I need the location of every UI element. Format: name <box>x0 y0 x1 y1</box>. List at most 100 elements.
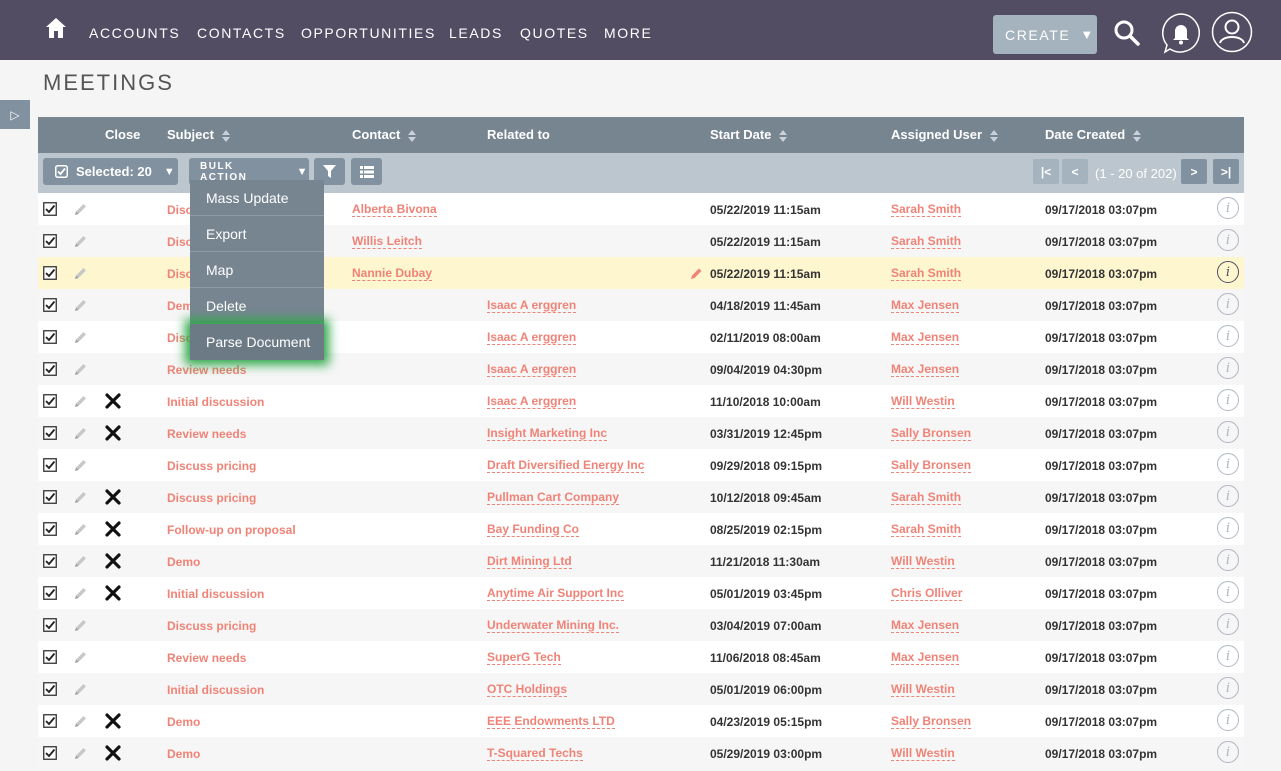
selected-button[interactable]: Selected: 20 ▼ <box>43 158 178 185</box>
row-related-to[interactable]: OTC Holdings <box>487 683 567 697</box>
nav-contacts[interactable]: CONTACTS <box>197 25 286 41</box>
row-assigned-user[interactable]: Will Westin <box>891 747 955 761</box>
row-assigned-user[interactable]: Sarah Smith <box>891 267 962 281</box>
row-checkbox[interactable] <box>43 266 57 280</box>
info-icon[interactable]: i <box>1217 613 1239 635</box>
page-first-button[interactable]: |< <box>1033 159 1059 184</box>
row-subject[interactable]: Review needs <box>167 427 246 441</box>
close-icon[interactable] <box>104 424 122 442</box>
info-icon[interactable]: i <box>1217 293 1239 315</box>
row-assigned-user[interactable]: Chris Olliver <box>891 587 963 601</box>
header-assigned-user[interactable]: Assigned User <box>891 127 999 142</box>
row-subject[interactable]: Disc <box>167 267 192 281</box>
row-checkbox[interactable] <box>43 618 57 632</box>
row-subject[interactable]: Demo <box>167 555 200 569</box>
nav-leads[interactable]: LEADS <box>449 25 503 41</box>
row-related-to[interactable]: EEE Endowments LTD <box>487 715 615 729</box>
sidebar-toggle-button[interactable]: ▷ <box>0 100 30 129</box>
row-contact[interactable]: Nannie Dubay <box>352 267 433 281</box>
row-assigned-user[interactable]: Max Jensen <box>891 619 960 633</box>
nav-more[interactable]: MORE <box>604 25 652 41</box>
pencil-icon[interactable] <box>73 458 88 473</box>
info-icon[interactable]: i <box>1217 229 1239 251</box>
create-button[interactable]: CREATE ▼ <box>993 15 1097 54</box>
info-icon[interactable]: i <box>1217 325 1239 347</box>
row-subject[interactable]: Review needs <box>167 651 246 665</box>
search-icon[interactable] <box>1113 19 1141 47</box>
pencil-icon[interactable] <box>73 554 88 569</box>
row-assigned-user[interactable]: Max Jensen <box>891 651 960 665</box>
row-assigned-user[interactable]: Sarah Smith <box>891 491 962 505</box>
row-contact[interactable]: Willis Leitch <box>352 235 422 249</box>
info-icon[interactable]: i <box>1217 581 1239 603</box>
close-icon[interactable] <box>104 488 122 506</box>
header-date-created[interactable]: Date Created <box>1045 127 1142 142</box>
row-checkbox[interactable] <box>43 650 57 664</box>
column-chooser-button[interactable] <box>351 158 382 185</box>
row-contact[interactable]: Alberta Bivona <box>352 203 437 217</box>
row-subject[interactable]: Discuss pricing <box>167 459 256 473</box>
inline-edit-icon[interactable] <box>690 267 703 280</box>
pencil-icon[interactable] <box>73 522 88 537</box>
row-related-to[interactable]: T-Squared Techs <box>487 747 583 761</box>
row-related-to[interactable]: Underwater Mining Inc. <box>487 619 620 633</box>
pencil-icon[interactable] <box>73 330 88 345</box>
menu-item-mass-update[interactable]: Mass Update <box>190 180 324 216</box>
row-assigned-user[interactable]: Max Jensen <box>891 363 960 377</box>
row-assigned-user[interactable]: Will Westin <box>891 395 955 409</box>
row-assigned-user[interactable]: Sally Bronsen <box>891 459 972 473</box>
row-assigned-user[interactable]: Sally Bronsen <box>891 427 972 441</box>
pencil-icon[interactable] <box>73 586 88 601</box>
close-icon[interactable] <box>104 584 122 602</box>
row-related-to[interactable]: Anytime Air Support Inc <box>487 587 624 601</box>
info-icon[interactable]: i <box>1217 389 1239 411</box>
info-icon[interactable]: i <box>1217 709 1239 731</box>
info-icon[interactable]: i <box>1217 517 1239 539</box>
pencil-icon[interactable] <box>73 298 88 313</box>
user-icon[interactable] <box>1211 11 1253 53</box>
row-related-to[interactable]: Bay Funding Co <box>487 523 579 537</box>
pencil-icon[interactable] <box>73 266 88 281</box>
bell-icon[interactable] <box>1160 12 1202 54</box>
page-prev-button[interactable]: < <box>1062 159 1088 184</box>
row-checkbox[interactable] <box>43 394 57 408</box>
header-start-date[interactable]: Start Date <box>710 127 788 142</box>
info-icon[interactable]: i <box>1217 549 1239 571</box>
row-related-to[interactable]: Pullman Cart Company <box>487 491 620 505</box>
pencil-icon[interactable] <box>73 618 88 633</box>
info-icon[interactable]: i <box>1217 485 1239 507</box>
row-subject[interactable]: Initial discussion <box>167 683 264 697</box>
row-checkbox[interactable] <box>43 234 57 248</box>
info-icon[interactable]: i <box>1217 357 1239 379</box>
row-related-to[interactable]: Dirt Mining Ltd <box>487 555 572 569</box>
row-assigned-user[interactable]: Sarah Smith <box>891 203 962 217</box>
row-assigned-user[interactable]: Sarah Smith <box>891 235 962 249</box>
close-icon[interactable] <box>104 520 122 538</box>
row-assigned-user[interactable]: Max Jensen <box>891 299 960 313</box>
row-subject[interactable]: Initial discussion <box>167 587 264 601</box>
nav-accounts[interactable]: ACCOUNTS <box>89 25 180 41</box>
row-checkbox[interactable] <box>43 682 57 696</box>
row-checkbox[interactable] <box>43 490 57 504</box>
row-checkbox[interactable] <box>43 330 57 344</box>
row-subject[interactable]: Discuss pricing <box>167 491 256 505</box>
header-contact[interactable]: Contact <box>352 127 417 142</box>
pencil-icon[interactable] <box>73 234 88 249</box>
info-icon[interactable]: i <box>1217 421 1239 443</box>
row-checkbox[interactable] <box>43 426 57 440</box>
row-related-to[interactable]: Isaac A erggren <box>487 363 577 377</box>
close-icon[interactable] <box>104 392 122 410</box>
row-assigned-user[interactable]: Sally Bronsen <box>891 715 972 729</box>
menu-item-parse-document[interactable]: Parse Document <box>190 324 324 360</box>
home-icon[interactable] <box>45 17 67 39</box>
row-subject[interactable]: Disc <box>167 235 192 249</box>
row-related-to[interactable]: Isaac A erggren <box>487 299 577 313</box>
row-checkbox[interactable] <box>43 202 57 216</box>
row-subject[interactable]: Follow-up on proposal <box>167 523 296 537</box>
info-icon[interactable]: i <box>1217 645 1239 667</box>
close-icon[interactable] <box>104 744 122 762</box>
close-icon[interactable] <box>104 712 122 730</box>
header-subject[interactable]: Subject <box>167 127 230 142</box>
row-subject[interactable]: Demo <box>167 715 200 729</box>
info-icon[interactable]: i <box>1217 261 1239 283</box>
